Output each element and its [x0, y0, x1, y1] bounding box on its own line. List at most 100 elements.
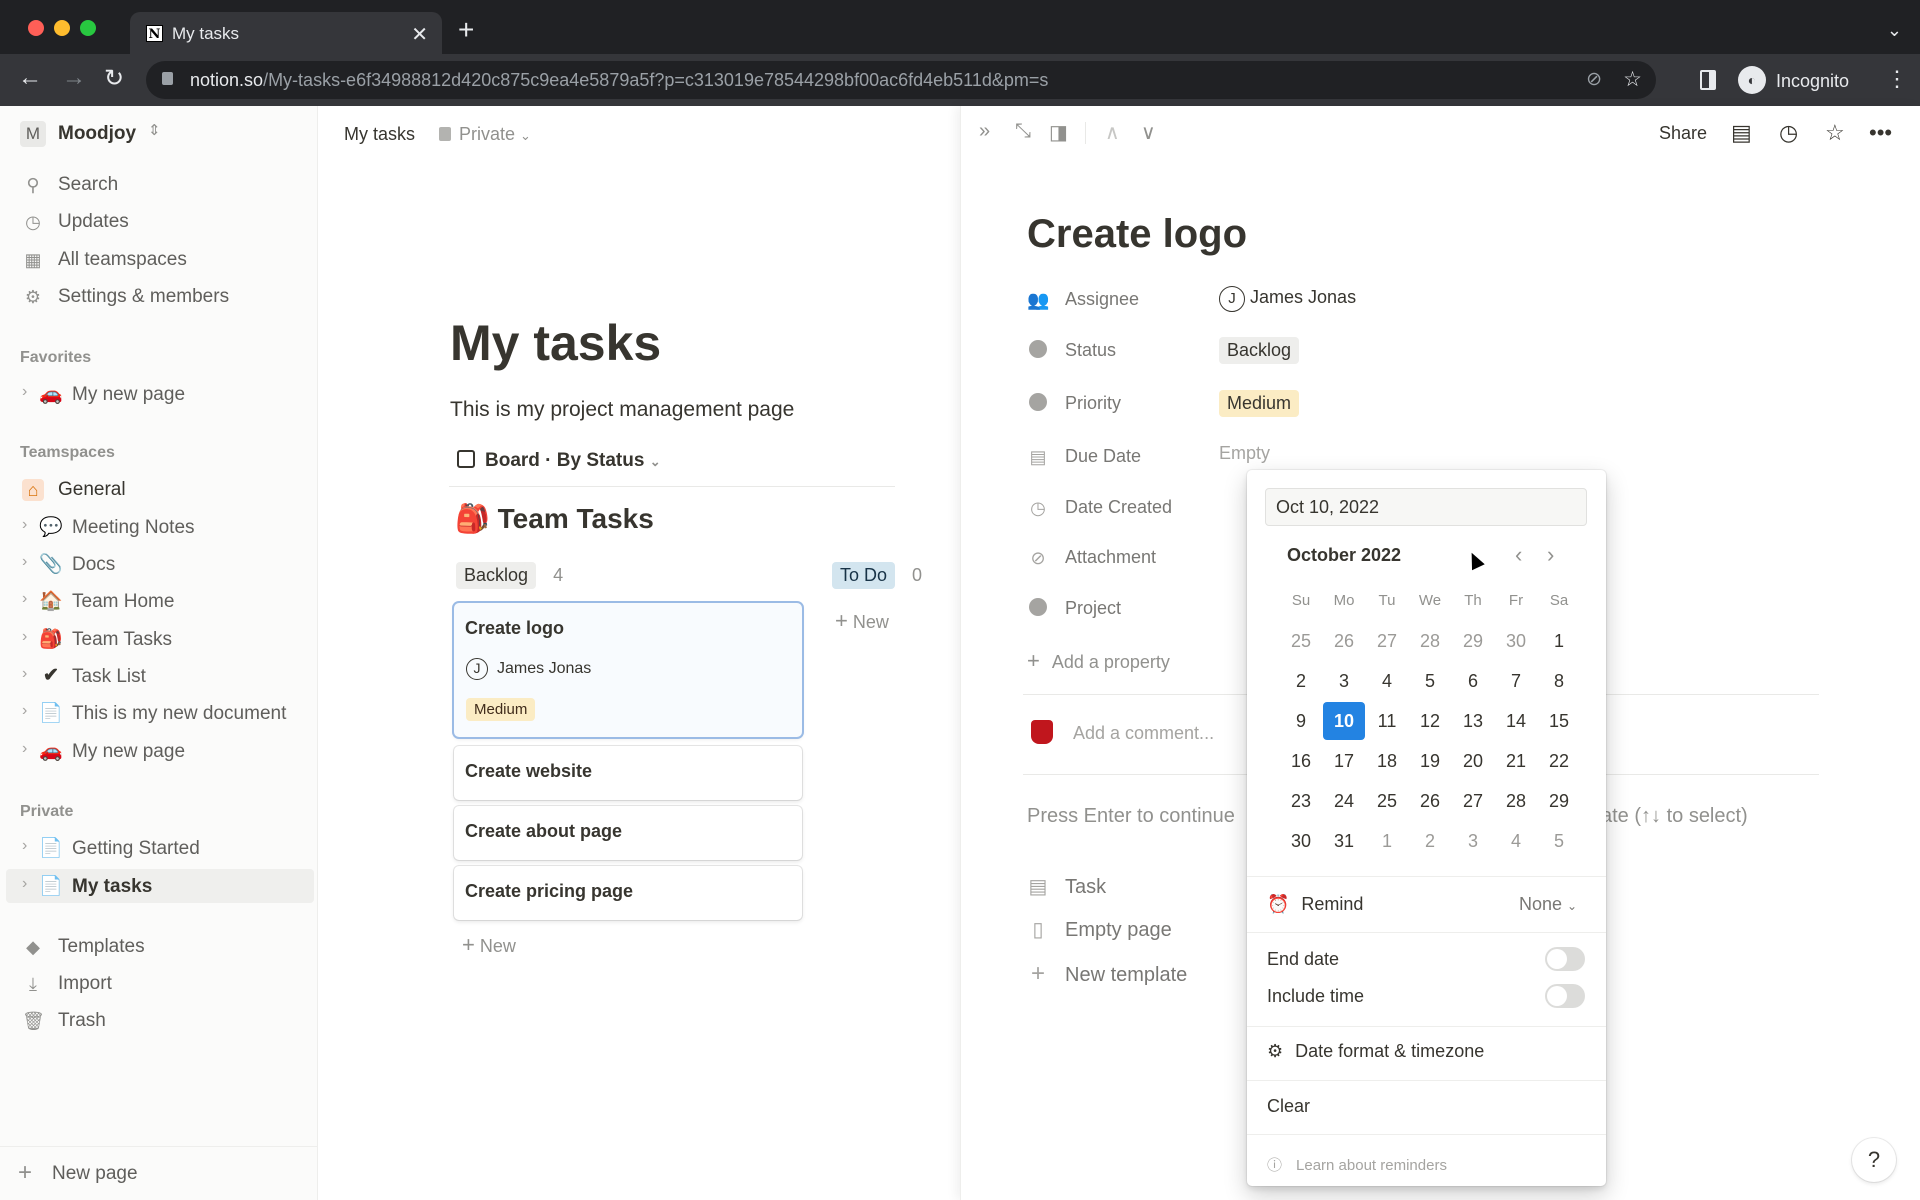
sidebar-page-task-list[interactable]: › ✔ Task List: [6, 659, 314, 693]
tab-search-button[interactable]: ⌄: [1887, 20, 1902, 41]
calendar-day[interactable]: 4: [1366, 662, 1408, 700]
new-card-backlog-button[interactable]: + New: [462, 932, 516, 958]
calendar-day[interactable]: 16: [1280, 742, 1322, 780]
close-window-button[interactable]: [28, 20, 44, 36]
chevron-right-icon[interactable]: ›: [22, 740, 27, 758]
new-page-button[interactable]: + New page: [0, 1146, 318, 1200]
property-assignee[interactable]: 👥 Assignee J James Jonas: [1027, 282, 1827, 318]
forward-button[interactable]: →: [62, 64, 86, 92]
calendar-day[interactable]: 3: [1452, 822, 1494, 860]
side-peek-icon[interactable]: ◨: [1049, 120, 1068, 145]
priority-tag[interactable]: Medium: [1219, 390, 1300, 417]
browser-tab[interactable]: N My tasks ✕: [130, 12, 442, 54]
breadcrumb[interactable]: My tasks: [344, 124, 415, 145]
group-header-backlog[interactable]: Backlog 4: [456, 562, 563, 589]
add-property-button[interactable]: + Add a property: [1027, 648, 1170, 674]
calendar-day[interactable]: 2: [1280, 662, 1322, 700]
board-card[interactable]: Create pricing page: [454, 866, 802, 920]
template-empty-page[interactable]: ▯ Empty page: [1027, 917, 1171, 942]
calendar-day[interactable]: 5: [1538, 822, 1580, 860]
sidebar-item-settings[interactable]: ⚙ Settings & members: [6, 279, 314, 313]
sidebar-item-import[interactable]: ⤓ Import: [6, 966, 314, 1000]
tab-close-button[interactable]: ✕: [411, 22, 428, 47]
address-bar[interactable]: notion.so/My-tasks-e6f34988812d420c875c9…: [146, 61, 1656, 99]
calendar-day[interactable]: 2: [1409, 822, 1451, 860]
bookmark-star-icon[interactable]: ☆: [1623, 67, 1642, 92]
chevron-right-icon[interactable]: ›: [22, 702, 27, 720]
template-task[interactable]: ▤ Task: [1027, 874, 1107, 899]
sidebar-page-new-document[interactable]: › 📄 This is my new document: [6, 696, 314, 730]
sidebar-page-team-home[interactable]: › 🏠 Team Home: [6, 584, 314, 618]
chevron-right-icon[interactable]: ›: [22, 665, 27, 683]
new-tab-button[interactable]: +: [458, 14, 474, 46]
calendar-day[interactable]: 27: [1366, 622, 1408, 660]
chevron-right-icon[interactable]: ›: [22, 516, 27, 534]
sidebar-item-templates[interactable]: ◆ Templates: [6, 929, 314, 963]
previous-item-icon[interactable]: ∧: [1105, 120, 1120, 145]
sidebar-page-my-new-page[interactable]: › 🚗 My new page: [6, 734, 314, 768]
calendar-day[interactable]: 13: [1452, 702, 1494, 740]
view-selector[interactable]: Board · By Status ⌄: [457, 450, 661, 472]
calendar-day-selected[interactable]: 10: [1323, 702, 1365, 740]
more-options-icon[interactable]: •••: [1869, 120, 1892, 146]
browser-menu-icon[interactable]: ⋮: [1886, 66, 1908, 92]
board-card[interactable]: Create website: [454, 746, 802, 800]
sidebar-item-search[interactable]: ⚲ Search: [6, 167, 314, 201]
incognito-profile-button[interactable]: ◐ Incognito: [1734, 61, 1898, 99]
sidebar-item-trash[interactable]: 🗑 Trash: [6, 1003, 314, 1037]
calendar-day[interactable]: 27: [1452, 782, 1494, 820]
new-card-todo-button[interactable]: + New: [835, 608, 889, 634]
calendar-day[interactable]: 3: [1323, 662, 1365, 700]
sidebar-page-meeting-notes[interactable]: › 💬 Meeting Notes: [6, 510, 314, 544]
date-format-button[interactable]: ⚙ Date format & timezone: [1267, 1041, 1484, 1062]
board-card[interactable]: Create logo J James Jonas Medium: [454, 603, 802, 737]
privacy-selector[interactable]: Private ⌄: [439, 124, 531, 145]
history-clock-icon[interactable]: ◷: [1779, 120, 1798, 146]
calendar-day[interactable]: 11: [1366, 702, 1408, 740]
chevron-right-icon[interactable]: ›: [22, 875, 27, 893]
sidebar-item-all-teamspaces[interactable]: ▦ All teamspaces: [6, 242, 314, 276]
calendar-day[interactable]: 31: [1323, 822, 1365, 860]
help-button[interactable]: ?: [1852, 1138, 1896, 1182]
calendar-day[interactable]: 1: [1366, 822, 1408, 860]
template-new[interactable]: + New template: [1027, 960, 1187, 988]
calendar-day[interactable]: 29: [1538, 782, 1580, 820]
calendar-day[interactable]: 14: [1495, 702, 1537, 740]
calendar-day[interactable]: 25: [1366, 782, 1408, 820]
calendar-day[interactable]: 29: [1452, 622, 1494, 660]
next-item-icon[interactable]: ∨: [1141, 120, 1156, 145]
page-description[interactable]: This is my project management page: [450, 398, 794, 422]
calendar-day[interactable]: 22: [1538, 742, 1580, 780]
expand-icon[interactable]: ⤡: [1015, 120, 1031, 143]
calendar-day[interactable]: 26: [1323, 622, 1365, 660]
item-title[interactable]: Create logo: [1027, 212, 1247, 257]
date-input[interactable]: [1265, 488, 1587, 526]
learn-reminders-link[interactable]: ⓘ Learn about reminders: [1267, 1154, 1447, 1175]
property-priority[interactable]: Priority Medium: [1027, 386, 1827, 422]
calendar-day[interactable]: 1: [1538, 622, 1580, 660]
calendar-day[interactable]: 24: [1323, 782, 1365, 820]
calendar-day[interactable]: 6: [1452, 662, 1494, 700]
status-tag[interactable]: Backlog: [1219, 337, 1300, 364]
calendar-day[interactable]: 12: [1409, 702, 1451, 740]
property-value[interactable]: J James Jonas: [1219, 286, 1356, 312]
calendar-day[interactable]: 30: [1280, 822, 1322, 860]
calendar-day[interactable]: 26: [1409, 782, 1451, 820]
calendar-day[interactable]: 25: [1280, 622, 1322, 660]
calendar-day[interactable]: 9: [1280, 702, 1322, 740]
chevron-right-icon[interactable]: ›: [22, 837, 27, 855]
calendar-day[interactable]: 7: [1495, 662, 1537, 700]
close-peek-icon[interactable]: »: [979, 120, 990, 143]
comments-icon[interactable]: ▤: [1731, 120, 1752, 146]
calendar-day[interactable]: 4: [1495, 822, 1537, 860]
remind-row[interactable]: ⏰ Remind None ⌄: [1267, 894, 1587, 915]
calendar-day[interactable]: 19: [1409, 742, 1451, 780]
calendar-day[interactable]: 5: [1409, 662, 1451, 700]
include-time-toggle[interactable]: [1545, 984, 1585, 1008]
sidebar-page-my-new-page-fav[interactable]: › 🚗 My new page: [6, 377, 314, 411]
maximize-window-button[interactable]: [80, 20, 96, 36]
group-header-todo[interactable]: To Do 0: [832, 562, 922, 589]
minimize-window-button[interactable]: [54, 20, 70, 36]
database-title[interactable]: 🎒 Team Tasks: [455, 502, 654, 535]
calendar-day[interactable]: 30: [1495, 622, 1537, 660]
